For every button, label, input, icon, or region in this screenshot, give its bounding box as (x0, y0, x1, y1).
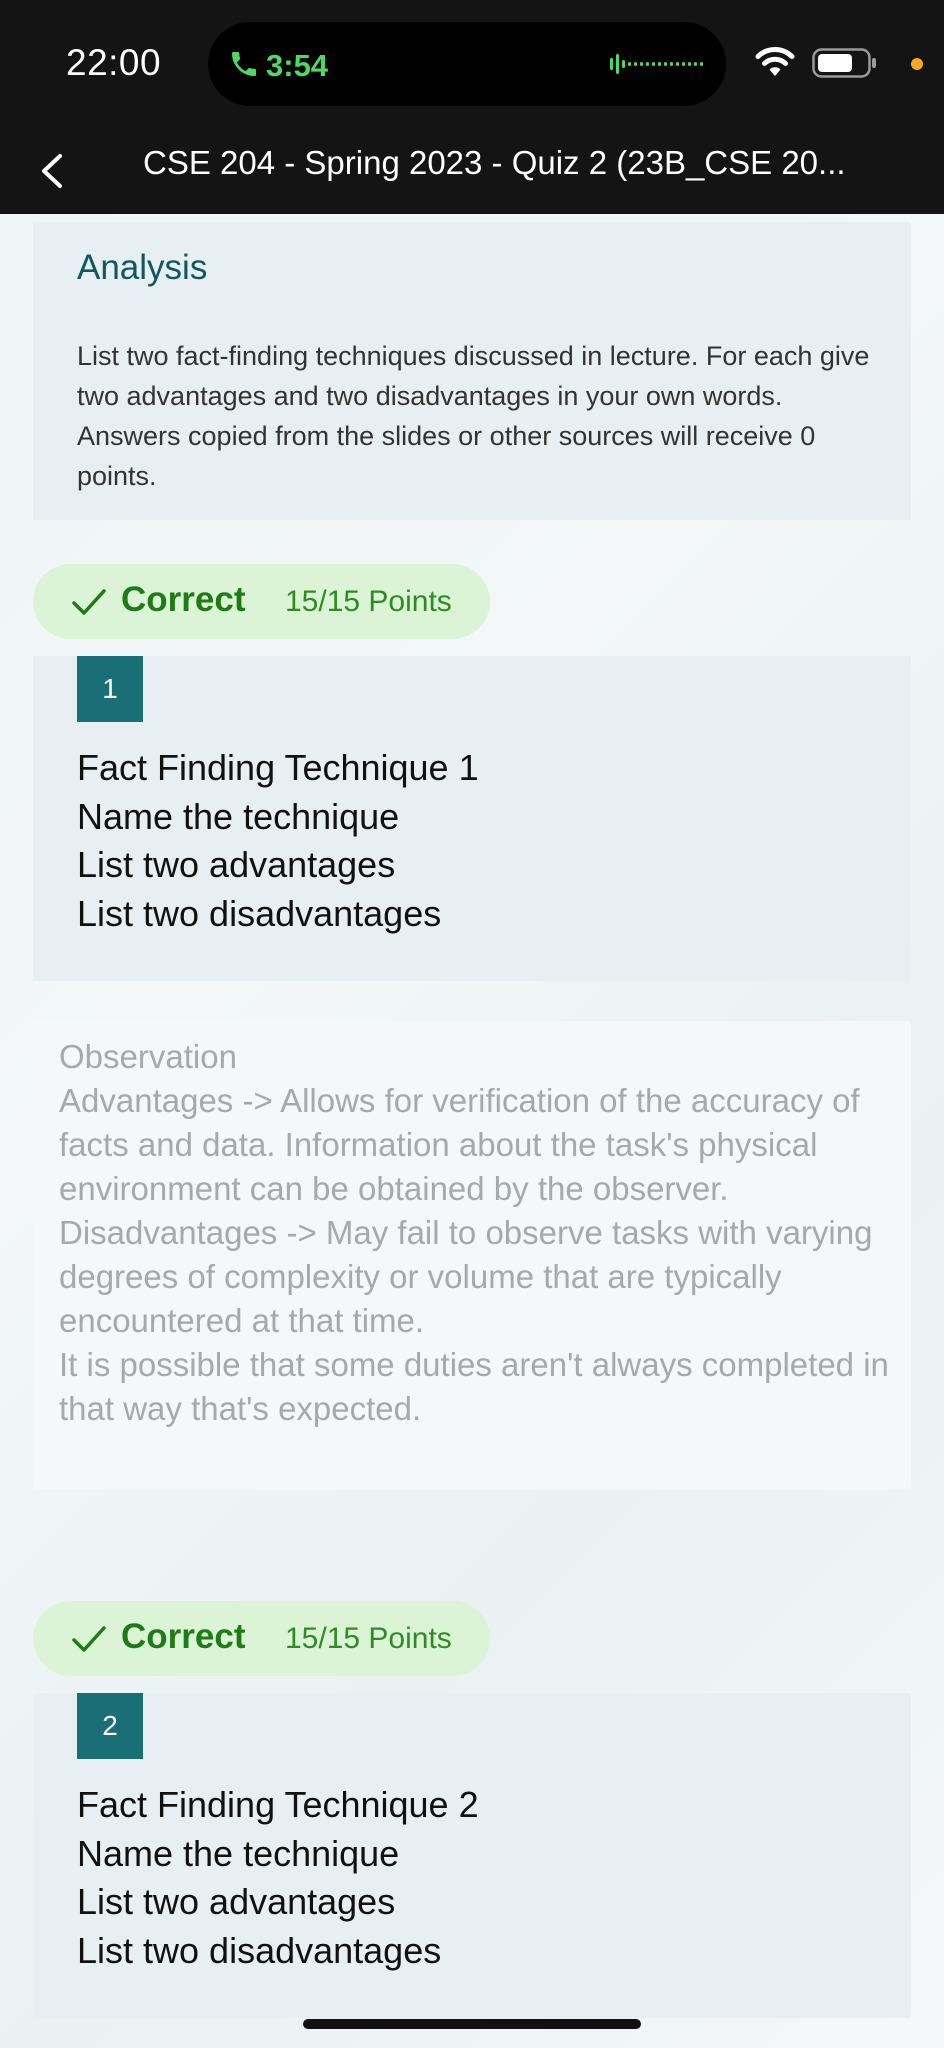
dynamic-island-call[interactable]: 3:54 (208, 22, 726, 106)
question-card-1: 1 Fact Finding Technique 1 Name the tech… (33, 656, 911, 981)
orange-indicator-dot (911, 58, 923, 70)
answer-text: Observation Advantages -> Allows for ver… (59, 1038, 889, 1427)
home-indicator[interactable] (303, 2019, 641, 2029)
question-number: 2 (77, 1693, 143, 1759)
question-line: List two disadvantages (77, 1929, 442, 1971)
phone-icon (232, 52, 256, 76)
question-instructions: List two fact-finding techniques discuss… (77, 341, 870, 491)
result-label: Correct (121, 580, 246, 619)
question-line: Fact Finding Technique 1 (77, 747, 479, 788)
question-line: Name the technique (77, 1832, 400, 1874)
answer-response-1: Observation Advantages -> Allows for ver… (33, 1021, 911, 1490)
result-label: Correct (121, 1617, 246, 1656)
status-bar: 22:00 3:54 (0, 0, 944, 128)
wifi-icon (755, 46, 795, 76)
question-line: Name the technique (77, 795, 400, 837)
audio-wave-icon (610, 54, 703, 74)
call-duration: 3:54 (266, 48, 329, 83)
checkmark-icon (72, 589, 106, 615)
page-title: CSE 204 - Spring 2023 - Quiz 2 (23B_CSE … (143, 144, 846, 181)
question-line: List two advantages (77, 1881, 396, 1922)
result-badge-1: Correct 15/15 Points (33, 564, 490, 639)
question-line: List two disadvantages (77, 892, 442, 934)
battery-icon (812, 48, 876, 78)
result-badge-2: Correct 15/15 Points (33, 1601, 490, 1676)
points-score: 15/15 Points (285, 585, 452, 618)
question-line: Fact Finding Technique 2 (77, 1784, 479, 1825)
question-text: Fact Finding Technique 1 Name the techni… (77, 744, 479, 938)
question-card-2: 2 Fact Finding Technique 2 Name the tech… (33, 1693, 911, 2018)
status-time: 22:00 (66, 42, 162, 83)
checkmark-icon (72, 1626, 106, 1652)
question-text: Fact Finding Technique 2 Name the techni… (77, 1781, 479, 1975)
section-heading: Analysis (77, 248, 208, 287)
question-line: List two advantages (77, 844, 396, 885)
navigation-bar: CSE 204 - Spring 2023 - Quiz 2 (23B_CSE … (0, 128, 944, 214)
question-number: 1 (77, 656, 143, 722)
back-chevron-icon[interactable] (34, 140, 74, 200)
question-prompt-card: Analysis List two fact-finding technique… (33, 222, 911, 520)
points-score: 15/15 Points (285, 1622, 452, 1655)
